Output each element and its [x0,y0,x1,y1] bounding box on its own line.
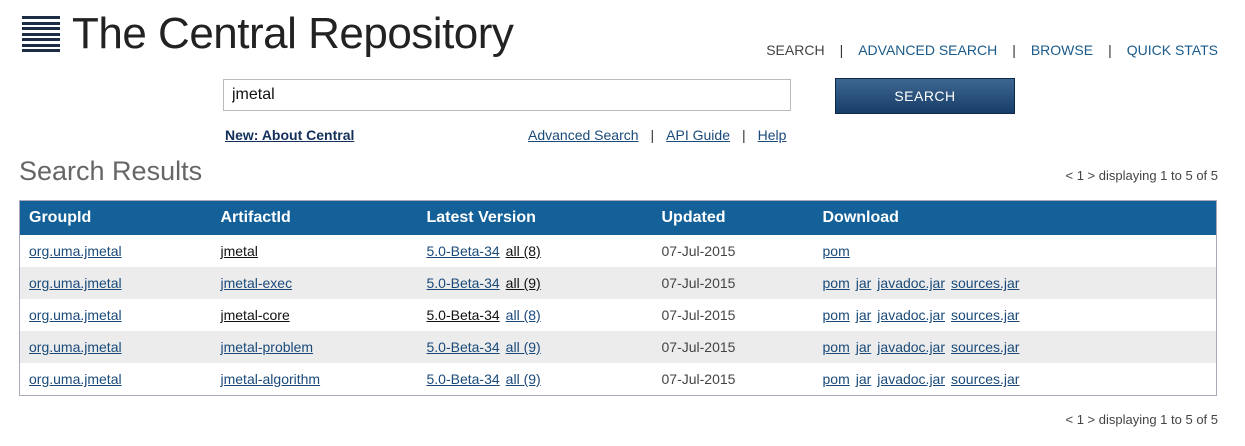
column-header-updated: Updated [652,200,814,235]
version-link[interactable]: 5.0-Beta-34 [427,243,500,259]
updated-cell: 07-Jul-2015 [661,243,736,259]
download-sources-link[interactable]: sources.jar [951,307,1019,323]
groupid-link[interactable]: org.uma.jmetal [29,243,122,259]
version-link[interactable]: 5.0-Beta-34 [427,371,500,387]
download-cell: pom jar javadoc.jar sources.jar [813,267,1217,299]
table-header-row: GroupId ArtifactId Latest Version Update… [19,200,1217,235]
column-header-download: Download [813,200,1217,235]
groupid-link[interactable]: org.uma.jmetal [29,275,122,291]
updated-cell: 07-Jul-2015 [652,331,814,363]
artifactid-link[interactable]: jmetal [221,243,258,259]
download-sources-link[interactable]: sources.jar [951,275,1019,291]
artifactid-cell: jmetal-core [212,299,418,331]
nav-browse[interactable]: BROWSE [1031,42,1093,58]
search-input[interactable] [223,79,791,111]
updated-cell: 07-Jul-2015 [661,307,736,323]
download-cell: pom [814,235,1217,267]
advanced-search-link[interactable]: Advanced Search [528,127,639,143]
nav-search[interactable]: SEARCH [766,42,824,58]
artifactid-link[interactable]: jmetal-exec [221,275,293,291]
groupid-cell: org.uma.jmetal [19,331,212,363]
version-cell: 5.0-Beta-34 all (9) [417,267,653,299]
column-header-groupid: GroupId [19,200,212,235]
results-table: GroupId ArtifactId Latest Version Update… [19,200,1217,396]
artifactid-link[interactable]: jmetal-core [221,307,290,323]
artifactid-cell: jmetal [212,235,418,267]
site-title: The Central Repository [72,9,514,58]
groupid-cell: org.uma.jmetal [20,299,212,331]
download-pom-link[interactable]: pom [823,275,850,291]
download-jar-link[interactable]: jar [856,371,872,387]
updated-cell: 07-Jul-2015 [652,267,814,299]
table-row: org.uma.jmetal jmetal-algorithm 5.0-Beta… [20,363,1217,396]
download-cell: pom jar javadoc.jar sources.jar [813,331,1217,363]
download-jar-link[interactable]: jar [856,307,872,323]
pager-bottom: < 1 > displaying 1 to 5 of 5 [1065,412,1219,427]
download-pom-link[interactable]: pom [823,243,850,259]
nav-separator: | [1012,42,1016,58]
version-link[interactable]: 5.0-Beta-34 [427,339,500,355]
artifactid-link[interactable]: jmetal-problem [221,339,314,355]
download-javadoc-link[interactable]: javadoc.jar [877,275,945,291]
groupid-link[interactable]: org.uma.jmetal [29,339,122,355]
table-row: org.uma.jmetal jmetal 5.0-Beta-34 all (8)… [20,235,1217,267]
link-separator: | [742,127,746,143]
nav-separator: | [839,42,844,58]
groupid-link[interactable]: org.uma.jmetal [29,371,122,387]
column-header-latest-version: Latest Version [417,200,653,235]
help-link[interactable]: Help [758,127,787,143]
download-jar-link[interactable]: jar [856,275,872,291]
pager-top: < 1 > displaying 1 to 5 of 5 [1065,168,1219,183]
search-button[interactable]: SEARCH [835,78,1015,114]
version-cell: 5.0-Beta-34 all (9) [417,331,653,363]
groupid-cell: org.uma.jmetal [19,267,212,299]
download-jar-link[interactable]: jar [856,339,872,355]
download-javadoc-link[interactable]: javadoc.jar [877,339,945,355]
top-navigation: SEARCH | ADVANCED SEARCH | BROWSE | QUIC… [766,42,1218,58]
version-cell: 5.0-Beta-34 all (8) [418,299,653,331]
api-guide-link[interactable]: API Guide [666,127,730,143]
all-versions-link[interactable]: all (9) [506,371,541,387]
download-sources-link[interactable]: sources.jar [951,371,1019,387]
table-row: org.uma.jmetal jmetal-problem 5.0-Beta-3… [19,331,1217,363]
groupid-link[interactable]: org.uma.jmetal [29,307,122,323]
nav-quick-stats[interactable]: QUICK STATS [1127,42,1218,58]
all-versions-link[interactable]: all (9) [506,339,541,355]
artifactid-cell: jmetal-exec [211,267,418,299]
groupid-cell: org.uma.jmetal [20,363,212,396]
download-sources-link[interactable]: sources.jar [951,339,1019,355]
download-javadoc-link[interactable]: javadoc.jar [877,371,945,387]
all-versions-link[interactable]: all (8) [506,243,541,259]
all-versions-link[interactable]: all (8) [506,307,541,323]
download-cell: pom jar javadoc.jar sources.jar [814,299,1217,331]
nav-advanced-search[interactable]: ADVANCED SEARCH [858,42,997,58]
help-links: Advanced Search | API Guide | Help [528,127,786,143]
new-about-central-link[interactable]: New: About Central [225,127,354,143]
updated-cell: 07-Jul-2015 [661,371,736,387]
download-javadoc-link[interactable]: javadoc.jar [877,307,945,323]
download-cell: pom jar javadoc.jar sources.jar [814,363,1217,396]
site-logo[interactable]: The Central Repository [22,9,514,58]
version-cell: 5.0-Beta-34 all (8) [418,235,653,267]
nav-separator: | [1108,42,1112,58]
artifactid-cell: jmetal-algorithm [212,363,418,396]
version-link[interactable]: 5.0-Beta-34 [427,307,500,323]
groupid-cell: org.uma.jmetal [20,235,212,267]
table-row: org.uma.jmetal jmetal-exec 5.0-Beta-34 al… [19,267,1217,299]
download-pom-link[interactable]: pom [823,307,850,323]
version-cell: 5.0-Beta-34 all (9) [418,363,653,396]
link-separator: | [650,127,655,143]
column-header-artifactid: ArtifactId [211,200,418,235]
artifactid-link[interactable]: jmetal-algorithm [221,371,321,387]
all-versions-link[interactable]: all (9) [506,275,541,291]
version-link[interactable]: 5.0-Beta-34 [427,275,500,291]
page-title: Search Results [19,156,203,186]
table-row: org.uma.jmetal jmetal-core 5.0-Beta-34 al… [20,299,1217,331]
download-pom-link[interactable]: pom [823,339,850,355]
download-pom-link[interactable]: pom [823,371,850,387]
stacked-lines-logo-icon [22,16,60,52]
artifactid-cell: jmetal-problem [211,331,418,363]
